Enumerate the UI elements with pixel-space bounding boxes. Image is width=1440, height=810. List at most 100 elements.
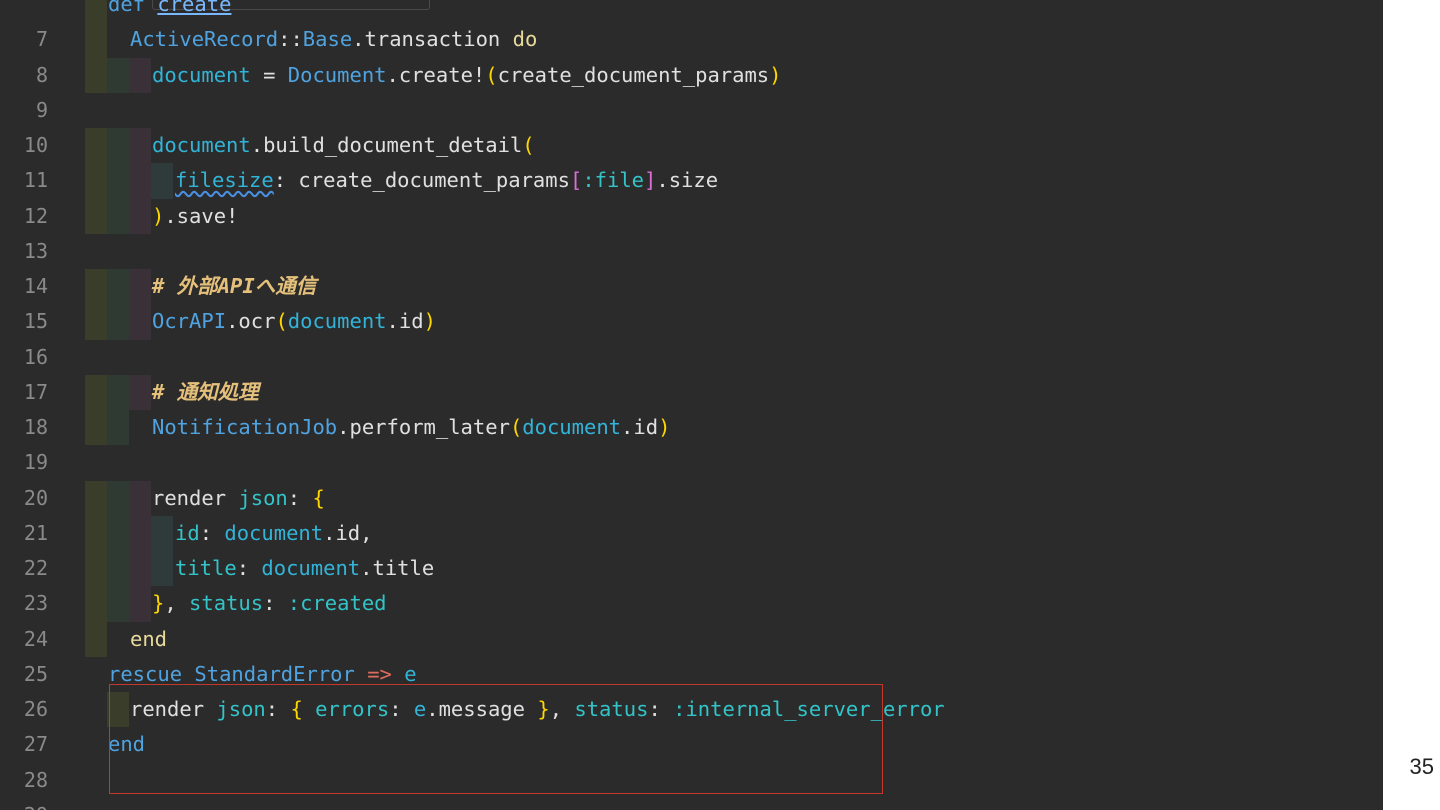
indent-guide xyxy=(85,128,107,164)
code-line[interactable]: 8 ActiveRecord::Base.transaction do xyxy=(0,22,1383,87)
keyword-def: def xyxy=(108,0,146,16)
constant-token: ActiveRecord xyxy=(130,27,279,52)
keyword-rescue: rescue xyxy=(108,661,195,686)
code-line[interactable]: 15 # 外部APIへ通信 xyxy=(0,269,1383,333)
constant-token: Base xyxy=(302,27,353,52)
indent-guide xyxy=(151,551,173,587)
indent-guide xyxy=(129,128,151,164)
indent-guide xyxy=(151,515,173,551)
indent-guide xyxy=(85,304,107,340)
indent-guide xyxy=(85,22,107,58)
code-text: }, status: :created xyxy=(152,586,387,621)
code-line[interactable]: 14 xyxy=(0,234,1383,298)
punctuation: : xyxy=(199,520,225,545)
code-line[interactable]: 7 def create xyxy=(0,0,1383,51)
variable-token: e xyxy=(404,661,417,686)
indent-guide xyxy=(107,163,129,199)
code-text: ActiveRecord::Base.transaction do xyxy=(130,22,537,57)
punctuation: : xyxy=(236,556,262,580)
indent-guide xyxy=(85,0,107,23)
indent-guide xyxy=(107,128,129,164)
paren-close: ) xyxy=(152,203,165,228)
paren-open: ( xyxy=(522,133,535,157)
indent-guide xyxy=(129,163,151,199)
code-line[interactable]: 19 NotificationJob.perform_later(documen… xyxy=(0,410,1383,474)
code-text: filesize: create_document_params[:file].… xyxy=(175,163,718,198)
indent-guide xyxy=(151,163,173,199)
indent-guide xyxy=(85,374,107,410)
code-text: ).save! xyxy=(152,199,238,234)
code-line[interactable]: 25 end xyxy=(0,621,1383,686)
code-line[interactable]: 23 title: document.title xyxy=(0,551,1383,615)
indent-guide xyxy=(107,551,129,587)
method-call: .id xyxy=(386,309,424,334)
rescue-highlight-box xyxy=(109,684,883,794)
code-line[interactable]: 12 filesize: create_document_params[:fil… xyxy=(0,163,1383,228)
code-line[interactable]: 22 id: document.id, xyxy=(0,515,1383,580)
indent-guide xyxy=(85,480,107,516)
hash-key: filesize xyxy=(175,168,274,193)
indent-guide xyxy=(129,374,151,410)
indent-guide xyxy=(129,480,151,516)
page-number: 35 xyxy=(1409,754,1434,779)
indent-guide xyxy=(129,586,151,622)
arrow-operator: => xyxy=(354,661,405,686)
code-line[interactable]: 17 xyxy=(0,340,1383,404)
variable-token: document xyxy=(152,133,251,157)
variable-token: document xyxy=(522,415,622,439)
indent-guide xyxy=(107,269,129,305)
method-name-create[interactable]: create xyxy=(157,0,231,16)
method-call: .ocr xyxy=(226,309,276,334)
indent-guide xyxy=(85,621,107,657)
code-line[interactable]: 11 document.build_document_detail( xyxy=(0,128,1383,192)
method-call: .save! xyxy=(164,203,239,228)
code-line[interactable]: 9 document = Document.create!(create_doc… xyxy=(0,57,1383,122)
indent-guide xyxy=(107,515,129,551)
indent-guide xyxy=(85,198,107,234)
indent-guide xyxy=(129,269,151,305)
code-line[interactable]: 24 }, status: :created xyxy=(0,586,1383,651)
paren-close: ) xyxy=(423,309,436,334)
constant-token: NotificationJob xyxy=(152,415,338,439)
assign-operator: = xyxy=(250,62,288,87)
constant-token: Document xyxy=(287,62,387,87)
indent-guide xyxy=(129,551,151,587)
method-call: .id xyxy=(621,415,659,439)
code-line[interactable]: 13 ).save! xyxy=(0,198,1383,263)
brace-open: { xyxy=(312,485,325,510)
code-text: document = Document.create!(create_docum… xyxy=(152,58,782,93)
code-line[interactable]: 20 xyxy=(0,445,1383,510)
paren-open: ( xyxy=(509,415,523,439)
line-number: 29 xyxy=(0,798,48,810)
code-line[interactable]: 10 xyxy=(0,93,1383,157)
indent-guide xyxy=(85,551,107,587)
code-text: # 外部APIへ通信 xyxy=(152,269,316,304)
method-call: .id, xyxy=(323,520,373,545)
code-text: title: document.title xyxy=(175,551,434,586)
variable-token: document xyxy=(224,520,324,545)
indent-guide xyxy=(107,304,129,340)
code-text: end xyxy=(130,622,167,657)
code-lines: 7 def create 8 ActiveRecord::Base.transa… xyxy=(0,0,1383,810)
argument: create_document_params xyxy=(497,62,770,87)
paren-open: ( xyxy=(485,62,498,87)
comment: # 通知処理 xyxy=(152,379,259,404)
indent-guide xyxy=(85,586,107,622)
method-call: .title xyxy=(360,556,435,580)
variable-token: document xyxy=(287,309,387,334)
code-line[interactable]: 16 OcrAPI.ocr(document.id) xyxy=(0,304,1383,369)
method-call: .perform_later xyxy=(337,415,510,439)
keyword-do: do xyxy=(512,27,538,52)
bracket-open: [ xyxy=(569,168,583,193)
symbol-token: :created xyxy=(287,591,387,616)
indent-guide xyxy=(85,57,107,93)
code-text: render json: { xyxy=(152,481,325,516)
code-editor[interactable]: 7 def create 8 ActiveRecord::Base.transa… xyxy=(0,0,1383,810)
code-line[interactable]: 18 # 通知処理 xyxy=(0,374,1383,439)
code-line[interactable]: 21 render json: { xyxy=(0,480,1383,545)
hash-key: id xyxy=(175,520,200,545)
constant-token: OcrAPI xyxy=(152,309,227,334)
argument: : create_document_params xyxy=(273,168,570,193)
paren-close: ) xyxy=(658,415,671,439)
indent-guide xyxy=(85,163,107,199)
